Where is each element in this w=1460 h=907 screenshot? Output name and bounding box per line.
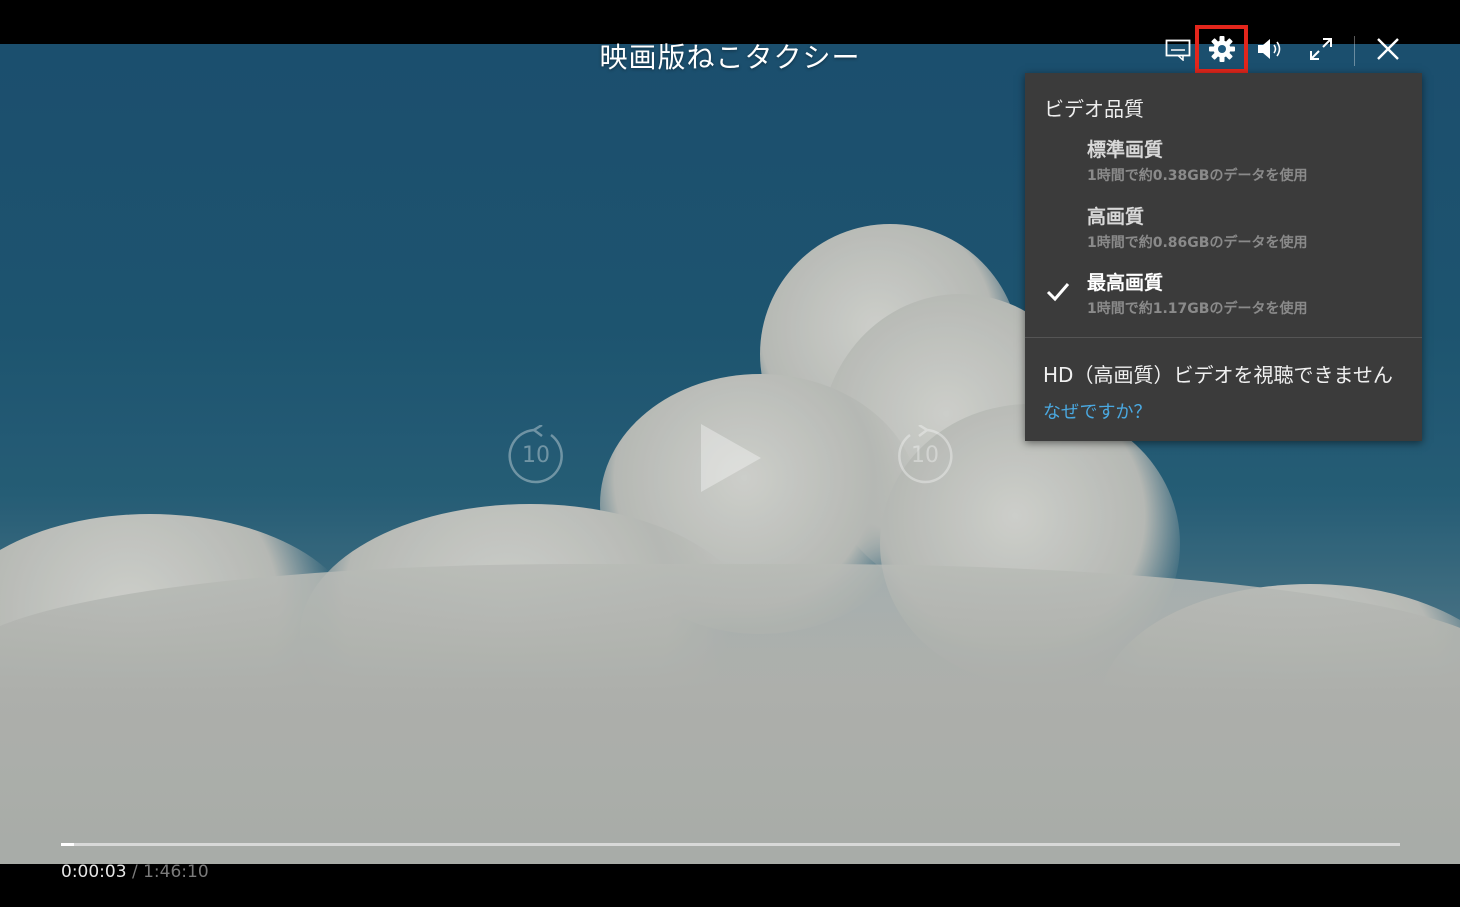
time-separator: / [131,862,138,882]
menu-header: ビデオ品質 [1044,97,1144,121]
volume-icon [1258,39,1281,59]
subtitles-icon [1165,39,1191,61]
play-icon [701,424,761,492]
progress-bar[interactable] [61,843,1400,846]
fullscreen-button[interactable] [1305,34,1337,64]
fullscreen-icon [1310,38,1332,60]
quality-option-detail: 1時間で約1.17GBのデータを使用 [1087,301,1308,317]
close-icon [1377,38,1399,60]
quality-option-detail: 1時間で約0.86GBのデータを使用 [1087,235,1308,251]
volume-button[interactable] [1255,34,1287,64]
hd-unavailable-notice: HD（高画質）ビデオを視聴できません [1043,363,1393,387]
progress-fill [61,843,75,846]
quality-option-detail: 1時間で約0.38GBのデータを使用 [1087,168,1308,184]
play-button[interactable] [695,420,765,496]
rewind-seconds-label: 10 [522,443,550,468]
forward-seconds-label: 10 [911,443,939,468]
toolbar-divider [1354,36,1355,66]
quality-option-best[interactable]: 最高画質 1時間で約1.17GBのデータを使用 [1025,268,1422,330]
video-player: 映画版ねこタクシー 10 10 ビデオ品質 標準画質 1時間で約0.38GBのデ… [0,0,1460,907]
why-link[interactable]: なぜですか？ [1043,398,1152,424]
quality-option-label: 最高画質 [1087,272,1164,294]
video-quality-menu: ビデオ品質 標準画質 1時間で約0.38GBのデータを使用 高画質 1時間で約0… [1025,73,1422,441]
current-time: 0:00:03 [61,862,127,882]
quality-option-standard[interactable]: 標準画質 1時間で約0.38GBのデータを使用 [1025,135,1422,197]
forward-10-button[interactable]: 10 [894,425,956,487]
close-button[interactable] [1372,33,1404,65]
quality-option-high[interactable]: 高画質 1時間で約0.86GBのデータを使用 [1025,202,1422,264]
duration: 1:46:10 [143,862,209,882]
quality-option-label: 標準画質 [1087,139,1164,161]
rewind-10-button[interactable]: 10 [505,425,567,487]
time-display: 0:00:03 / 1:46:10 [61,862,209,882]
checkmark-icon [1046,283,1070,302]
gear-icon [1208,36,1235,62]
subtitles-button[interactable] [1163,35,1193,65]
quality-option-label: 高画質 [1087,206,1145,228]
settings-button[interactable] [1195,25,1248,73]
menu-divider [1025,337,1422,338]
